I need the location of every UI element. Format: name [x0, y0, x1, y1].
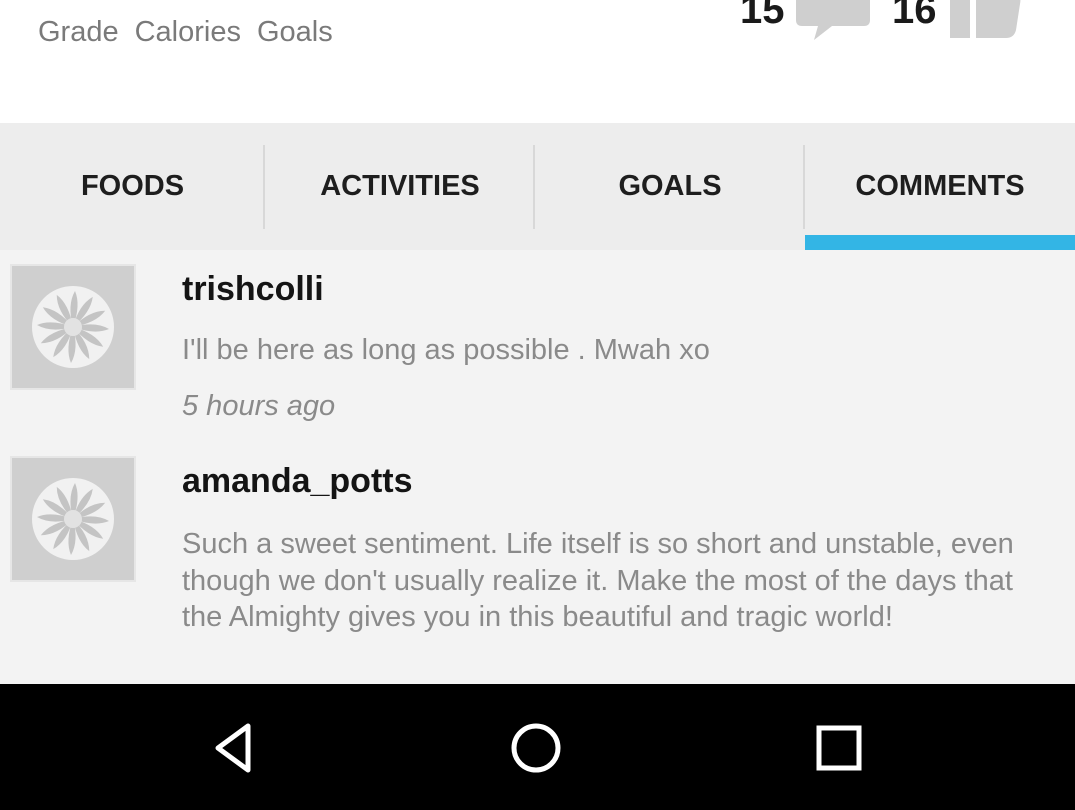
tab-foods[interactable]: FOODS [0, 123, 265, 250]
tab-foods-label: FOODS [80, 170, 185, 202]
system-nav-bar [0, 684, 1075, 810]
comments-list[interactable]: trishcolli I'll be here as long as possi… [0, 250, 1075, 684]
tab-activities-label: ACTIVITIES [320, 170, 480, 202]
tab-activities[interactable]: ACTIVITIES [265, 123, 535, 250]
home-circle-icon[interactable] [508, 720, 564, 776]
comment-count: 15 [740, 0, 785, 32]
thumbs-up-icon[interactable] [950, 0, 1022, 42]
comment-username[interactable]: amanda_potts [182, 462, 413, 501]
stat-label-calories: Calories [134, 16, 241, 48]
back-triangle-icon[interactable] [208, 720, 264, 776]
tab-goals[interactable]: GOALS [535, 123, 805, 250]
stat-label-grade: Grade [38, 16, 119, 48]
tab-bar: FOODS ACTIVITIES GOALS COMMENTS [0, 123, 1075, 250]
like-count: 16 [892, 0, 937, 32]
default-avatar-pinwheel-icon [32, 286, 114, 368]
stat-label-goals: Goals [256, 16, 333, 48]
stat-labels: Grade Calories Goals [38, 16, 333, 49]
stats-header: Grade Calories Goals 15 16 [0, 0, 1075, 123]
tab-comments[interactable]: COMMENTS [805, 123, 1075, 250]
tab-comments-label: COMMENTS [855, 170, 1025, 202]
tab-goals-label: GOALS [618, 170, 722, 202]
comment-text: I'll be here as long as possible . Mwah … [182, 334, 710, 366]
speech-bubble-icon[interactable] [796, 0, 870, 44]
default-avatar-pinwheel-icon [32, 478, 114, 560]
comment-text: Such a sweet sentiment. Life itself is s… [182, 528, 1014, 633]
comment-username[interactable]: trishcolli [182, 270, 324, 309]
recents-square-icon[interactable] [811, 720, 867, 776]
avatar[interactable] [10, 456, 136, 582]
comment-timestamp: 5 hours ago [182, 390, 336, 422]
tab-selected-indicator [805, 235, 1075, 250]
avatar[interactable] [10, 264, 136, 390]
